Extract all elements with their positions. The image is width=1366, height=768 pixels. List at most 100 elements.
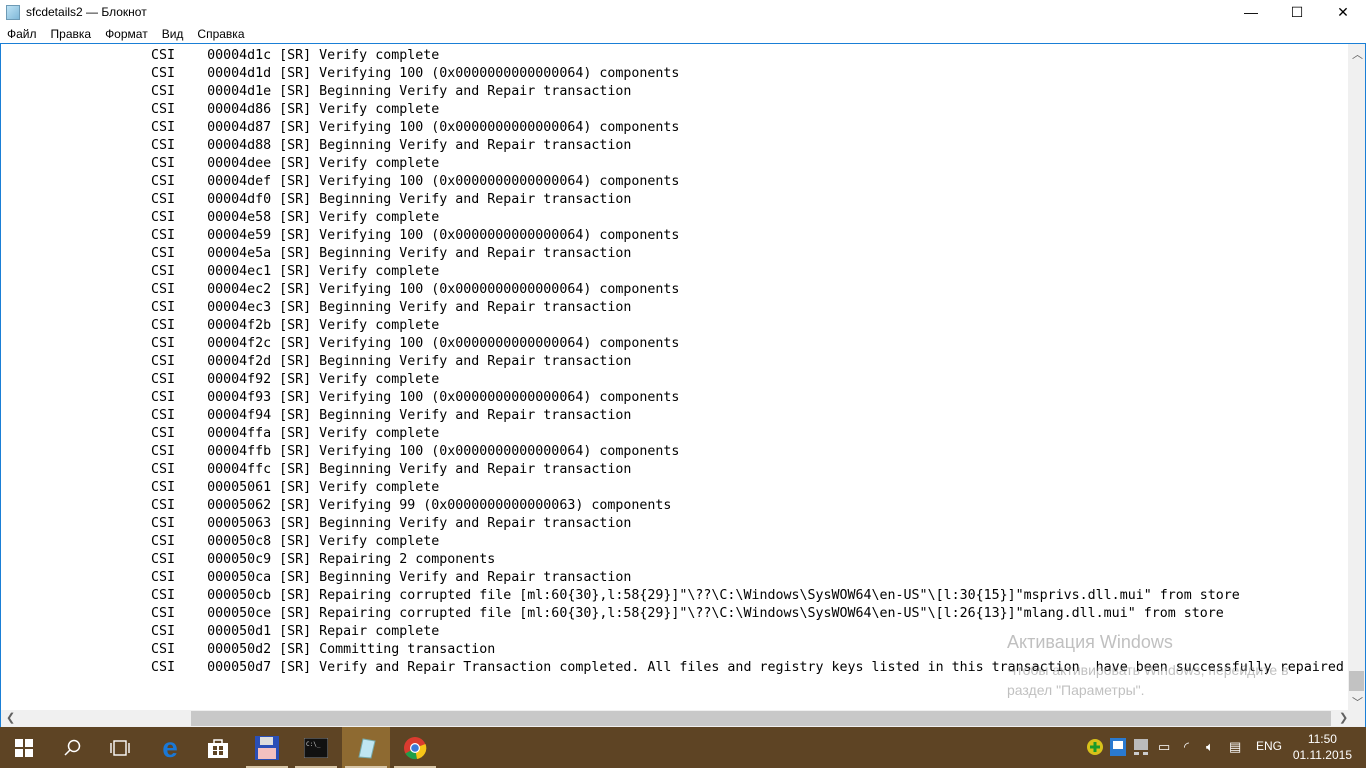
log-message: [SR] Beginning Verify and Repair transac… bbox=[279, 516, 632, 531]
log-message: [SR] Verify complete bbox=[279, 318, 440, 333]
network-device-icon[interactable] bbox=[1133, 739, 1149, 758]
log-id: 00004d88 bbox=[207, 138, 272, 153]
log-message: [SR] Beginning Verify and Repair transac… bbox=[279, 354, 632, 369]
log-message: [SR] Beginning Verify and Repair transac… bbox=[279, 462, 632, 477]
text-line: CSI 000050d2 [SR] Committing transaction bbox=[1, 641, 1343, 659]
log-message: [SR] Beginning Verify and Repair transac… bbox=[279, 570, 632, 585]
search-button[interactable] bbox=[48, 727, 96, 768]
log-message: [SR] Verify complete bbox=[279, 426, 440, 441]
log-source: CSI bbox=[151, 84, 176, 99]
text-line: CSI 00004d88 [SR] Beginning Verify and R… bbox=[1, 137, 1343, 155]
log-source: CSI bbox=[151, 426, 176, 441]
notifications-icon[interactable]: ▤ bbox=[1229, 739, 1241, 755]
log-message: [SR] Beginning Verify and Repair transac… bbox=[279, 300, 632, 315]
log-message: [SR] Repairing 2 components bbox=[279, 552, 496, 567]
taskbar-store[interactable] bbox=[194, 727, 242, 768]
log-id: 00004def bbox=[207, 174, 272, 189]
notepad-icon bbox=[358, 737, 376, 759]
log-source: CSI bbox=[151, 228, 176, 243]
start-button[interactable] bbox=[0, 727, 48, 768]
text-editor[interactable]: CSI 00004d1c [SR] Verify complete CSI 000… bbox=[0, 43, 1366, 727]
taskbar: e C:\_ ▭ ◜ 🔈︎ ▤ ENG 11:50 01.11.2015 bbox=[0, 727, 1366, 768]
clock-time: 11:50 bbox=[1307, 732, 1337, 746]
log-id: 00004f92 bbox=[207, 372, 272, 387]
log-id: 00004d1d bbox=[207, 66, 272, 81]
menu-view[interactable]: Вид bbox=[155, 27, 191, 41]
log-id: 00004d86 bbox=[207, 102, 272, 117]
scroll-right-icon[interactable]: ❯ bbox=[1339, 711, 1348, 724]
horizontal-scroll-thumb[interactable] bbox=[191, 711, 1331, 726]
log-id: 00004ffc bbox=[207, 462, 272, 477]
taskbar-save-app[interactable] bbox=[243, 727, 291, 768]
text-line: CSI 00004ec1 [SR] Verify complete bbox=[1, 263, 1343, 281]
log-source: CSI bbox=[151, 192, 176, 207]
log-message: [SR] Verifying 100 (0x0000000000000064) … bbox=[279, 120, 680, 135]
text-line: CSI 00005063 [SR] Beginning Verify and R… bbox=[1, 515, 1343, 533]
log-source: CSI bbox=[151, 354, 176, 369]
log-id: 000050d7 bbox=[207, 660, 272, 675]
log-id: 00005062 bbox=[207, 498, 272, 513]
scroll-up-icon[interactable]: ︿ bbox=[1352, 46, 1363, 62]
vertical-scroll-thumb[interactable] bbox=[1349, 671, 1364, 691]
log-source: CSI bbox=[151, 210, 176, 225]
log-source: CSI bbox=[151, 444, 176, 459]
log-id: 00004d87 bbox=[207, 120, 272, 135]
wifi-icon[interactable]: ◜ bbox=[1184, 739, 1189, 755]
green-plus-tray-icon[interactable] bbox=[1086, 738, 1104, 759]
log-source: CSI bbox=[151, 120, 176, 135]
close-button[interactable]: ✕ bbox=[1320, 0, 1366, 24]
log-message: [SR] Committing transaction bbox=[279, 642, 496, 657]
text-line: CSI 000050ca [SR] Beginning Verify and R… bbox=[1, 569, 1343, 587]
menu-edit[interactable]: Правка bbox=[44, 27, 99, 41]
text-line: CSI 00004d1d [SR] Verifying 100 (0x00000… bbox=[1, 65, 1343, 83]
language-indicator[interactable]: ENG bbox=[1256, 739, 1282, 753]
clock[interactable]: 11:50 01.11.2015 bbox=[1293, 731, 1352, 763]
task-view-button[interactable] bbox=[96, 727, 144, 768]
text-line: CSI 00004f92 [SR] Verify complete bbox=[1, 371, 1343, 389]
log-id: 00004ec3 bbox=[207, 300, 272, 315]
log-message: [SR] Beginning Verify and Repair transac… bbox=[279, 84, 632, 99]
log-message: [SR] Verify complete bbox=[279, 156, 440, 171]
volume-icon[interactable]: 🔈︎ bbox=[1206, 739, 1214, 755]
text-line: CSI 00004ec3 [SR] Beginning Verify and R… bbox=[1, 299, 1343, 317]
text-line: CSI 00004e59 [SR] Verifying 100 (0x00000… bbox=[1, 227, 1343, 245]
log-source: CSI bbox=[151, 138, 176, 153]
log-message: [SR] Verifying 100 (0x0000000000000064) … bbox=[279, 66, 680, 81]
scroll-down-icon[interactable]: ﹀ bbox=[1352, 694, 1363, 710]
minimize-button[interactable]: — bbox=[1228, 0, 1274, 24]
battery-icon[interactable]: ▭ bbox=[1158, 739, 1170, 755]
log-id: 000050d1 bbox=[207, 624, 272, 639]
log-id: 00004e59 bbox=[207, 228, 272, 243]
taskbar-chrome[interactable] bbox=[391, 727, 439, 768]
log-id: 00004ec1 bbox=[207, 264, 272, 279]
menu-file[interactable]: Файл bbox=[0, 27, 44, 41]
text-line: CSI 00005061 [SR] Verify complete bbox=[1, 479, 1343, 497]
log-message: [SR] Verifying 100 (0x0000000000000064) … bbox=[279, 174, 680, 189]
log-id: 00004ec2 bbox=[207, 282, 272, 297]
log-id: 000050ce bbox=[207, 606, 272, 621]
log-source: CSI bbox=[151, 264, 176, 279]
log-id: 000050c8 bbox=[207, 534, 272, 549]
taskbar-cmd[interactable]: C:\_ bbox=[292, 727, 340, 768]
log-source: CSI bbox=[151, 102, 176, 117]
app-tray-icon[interactable] bbox=[1110, 738, 1126, 759]
log-id: 00004d1e bbox=[207, 84, 272, 99]
log-message: [SR] Verifying 100 (0x0000000000000064) … bbox=[279, 282, 680, 297]
menu-help[interactable]: Справка bbox=[190, 27, 251, 41]
log-id: 00004f2c bbox=[207, 336, 272, 351]
log-source: CSI bbox=[151, 408, 176, 423]
text-content[interactable]: CSI 00004d1c [SR] Verify complete CSI 000… bbox=[1, 47, 1343, 710]
vertical-scrollbar[interactable]: ︿ ﹀ bbox=[1348, 44, 1365, 710]
menu-format[interactable]: Формат bbox=[98, 27, 155, 41]
text-line: CSI 00004f2b [SR] Verify complete bbox=[1, 317, 1343, 335]
scroll-left-icon[interactable]: ❮ bbox=[6, 711, 15, 724]
taskbar-edge[interactable]: e bbox=[146, 727, 194, 768]
log-message: [SR] Beginning Verify and Repair transac… bbox=[279, 408, 632, 423]
taskbar-notepad[interactable] bbox=[342, 727, 390, 768]
horizontal-scrollbar[interactable]: ❮ ❯ bbox=[1, 710, 1365, 727]
log-id: 00005061 bbox=[207, 480, 272, 495]
maximize-button[interactable]: ☐ bbox=[1274, 0, 1320, 24]
log-id: 00004df0 bbox=[207, 192, 272, 207]
log-source: CSI bbox=[151, 390, 176, 405]
command-prompt-icon: C:\_ bbox=[304, 737, 328, 758]
